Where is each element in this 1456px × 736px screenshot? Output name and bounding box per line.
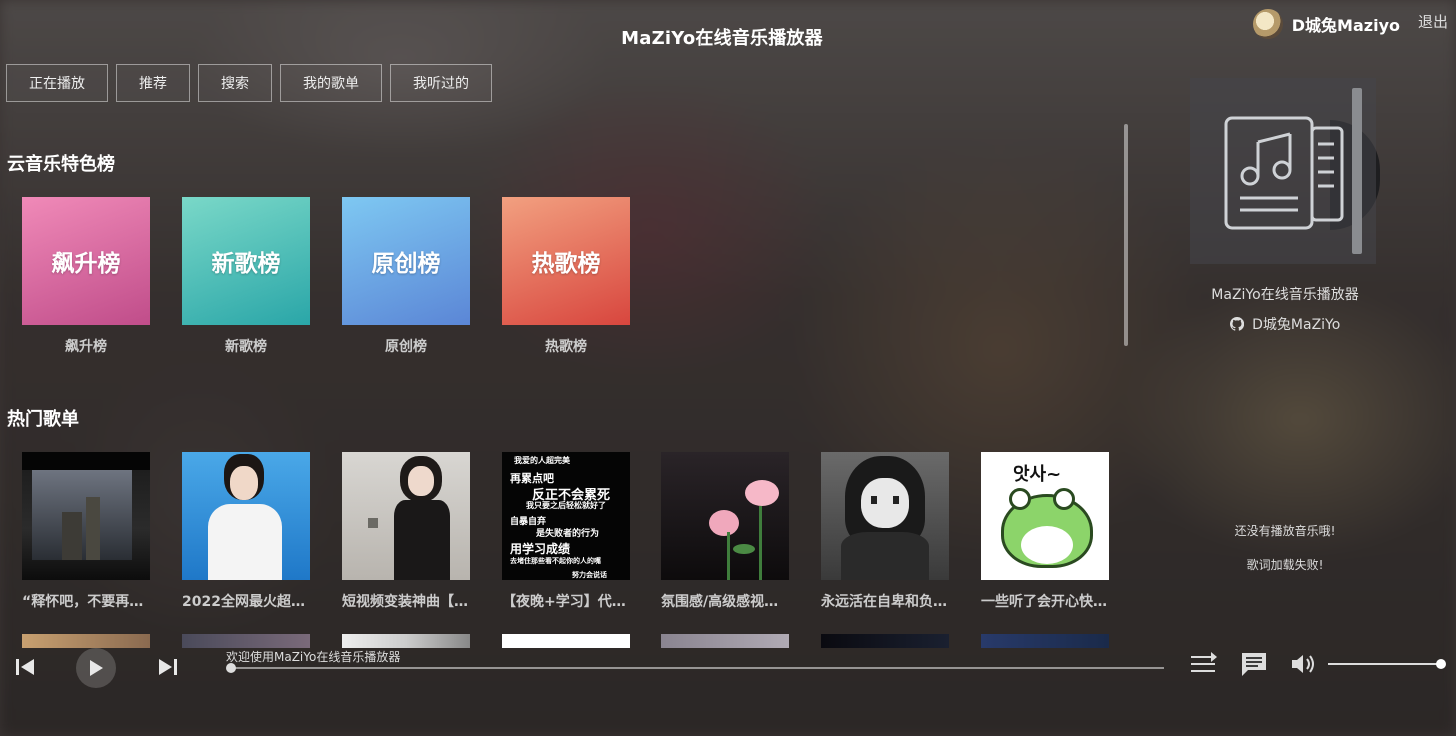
playlist-cover[interactable] bbox=[661, 634, 789, 648]
player-status-text: 欢迎使用MaZiYo在线音乐播放器 bbox=[226, 650, 401, 664]
user-name[interactable]: D城兔Maziyo bbox=[1292, 12, 1400, 36]
tab-my-playlists[interactable]: 我的歌单 bbox=[280, 64, 382, 102]
playlist-card[interactable]: 앗사~ 一些听了会开心快… bbox=[981, 452, 1109, 611]
section-title-charts: 云音乐特色榜 bbox=[7, 154, 115, 175]
author-link[interactable]: D城兔MaZiYo bbox=[1170, 314, 1400, 335]
nav-tabs: 正在播放 推荐 搜索 我的歌单 我听过的 bbox=[6, 64, 492, 102]
chart-name[interactable]: 飙升榜 bbox=[22, 336, 150, 356]
playlist-cover[interactable]: 앗사~ bbox=[981, 452, 1109, 580]
playlist-cover[interactable] bbox=[821, 452, 949, 580]
chart-name[interactable]: 热歌榜 bbox=[502, 336, 630, 356]
chart-card-original[interactable]: 原创榜 原创榜 bbox=[342, 197, 470, 356]
chart-card-hot-songs[interactable]: 热歌榜 热歌榜 bbox=[502, 197, 630, 356]
playlist-cover[interactable] bbox=[342, 452, 470, 580]
music-file-icon bbox=[1224, 116, 1344, 230]
playlist-name[interactable]: 短视频变装神曲【… bbox=[342, 591, 470, 611]
tab-search[interactable]: 搜索 bbox=[198, 64, 272, 102]
playlist-name[interactable]: 2022全网最火超… bbox=[182, 591, 310, 611]
progress-handle[interactable] bbox=[226, 663, 236, 673]
play-button[interactable] bbox=[76, 648, 116, 688]
prev-icon[interactable] bbox=[14, 656, 36, 682]
chart-card-soaring[interactable]: 飙升榜 飙升榜 bbox=[22, 197, 150, 356]
playlist-cover[interactable] bbox=[342, 634, 470, 648]
tab-now-playing[interactable]: 正在播放 bbox=[6, 64, 108, 102]
playlist-cover[interactable] bbox=[821, 634, 949, 648]
playlist-name[interactable]: 氛围感/高级感视… bbox=[661, 591, 789, 611]
section-title-playlists: 热门歌单 bbox=[7, 409, 79, 430]
next-icon[interactable] bbox=[157, 656, 179, 682]
album-cover bbox=[1190, 78, 1376, 264]
playlist-cover[interactable] bbox=[981, 634, 1109, 648]
chart-card-new-songs[interactable]: 新歌榜 新歌榜 bbox=[182, 197, 310, 356]
content-scrollbar[interactable] bbox=[1124, 124, 1128, 346]
playlist-name[interactable]: “释怀吧，不要再… bbox=[22, 591, 150, 611]
github-icon bbox=[1229, 316, 1244, 335]
chart-cover[interactable]: 热歌榜 bbox=[502, 197, 630, 325]
volume-slider[interactable] bbox=[1328, 663, 1440, 665]
playlist-cover[interactable] bbox=[182, 452, 310, 580]
volume-icon[interactable] bbox=[1290, 652, 1318, 680]
avatar[interactable] bbox=[1252, 9, 1283, 39]
playlist-card[interactable]: 氛围感/高级感视… bbox=[661, 452, 789, 611]
lyric-status: 歌词加载失败! bbox=[1246, 558, 1324, 572]
playlist-cover[interactable] bbox=[182, 634, 310, 648]
progress-bar[interactable] bbox=[230, 667, 1164, 669]
playlist-card[interactable]: 我爱的人超完美 再累点吧 反正不会累死 我只要之后轻松就好了 自暴自弃 是失败者… bbox=[502, 452, 630, 611]
volume-handle[interactable] bbox=[1436, 659, 1446, 669]
user-info[interactable]: D城兔Maziyo bbox=[1252, 9, 1400, 39]
playlist-card[interactable]: 2022全网最火超… bbox=[182, 452, 310, 611]
tab-recommend[interactable]: 推荐 bbox=[116, 64, 190, 102]
playlist-cover[interactable] bbox=[661, 452, 789, 580]
playlist-name[interactable]: 一些听了会开心快… bbox=[981, 591, 1109, 611]
playlist-card[interactable]: 永远活在自卑和负… bbox=[821, 452, 949, 611]
author-name[interactable]: D城兔MaZiYo bbox=[1252, 317, 1340, 333]
playlist-cover[interactable]: 我爱的人超完美 再累点吧 反正不会累死 我只要之后轻松就好了 自暴自弃 是失败者… bbox=[502, 452, 630, 580]
playlist-cover[interactable] bbox=[22, 634, 150, 648]
playlist-cover[interactable] bbox=[22, 452, 150, 580]
tab-history[interactable]: 我听过的 bbox=[390, 64, 492, 102]
chart-cover[interactable]: 原创榜 bbox=[342, 197, 470, 325]
logout-link[interactable]: 退出 bbox=[1418, 11, 1448, 32]
disc-sleeve bbox=[1352, 88, 1362, 254]
chart-cover[interactable]: 飙升榜 bbox=[22, 197, 150, 325]
playlist-card[interactable]: 短视频变装神曲【… bbox=[342, 452, 470, 611]
playlist-order-icon[interactable] bbox=[1190, 652, 1218, 680]
chart-cover[interactable]: 新歌榜 bbox=[182, 197, 310, 325]
chart-name[interactable]: 新歌榜 bbox=[182, 336, 310, 356]
playlist-card[interactable]: “释怀吧，不要再… bbox=[22, 452, 150, 611]
no-music-text: 还没有播放音乐哦! bbox=[1234, 524, 1336, 538]
player-app-name: MaZiYo在线音乐播放器 bbox=[1211, 287, 1359, 303]
playlist-name[interactable]: 【夜晚+学习】代… bbox=[502, 591, 630, 611]
app-title: MaZiYo在线音乐播放器 bbox=[621, 28, 823, 49]
playlist-cover[interactable] bbox=[502, 634, 630, 648]
playlist-name[interactable]: 永远活在自卑和负… bbox=[821, 591, 949, 611]
chart-name[interactable]: 原创榜 bbox=[342, 336, 470, 356]
play-icon bbox=[90, 660, 103, 676]
comment-icon[interactable] bbox=[1240, 651, 1268, 681]
